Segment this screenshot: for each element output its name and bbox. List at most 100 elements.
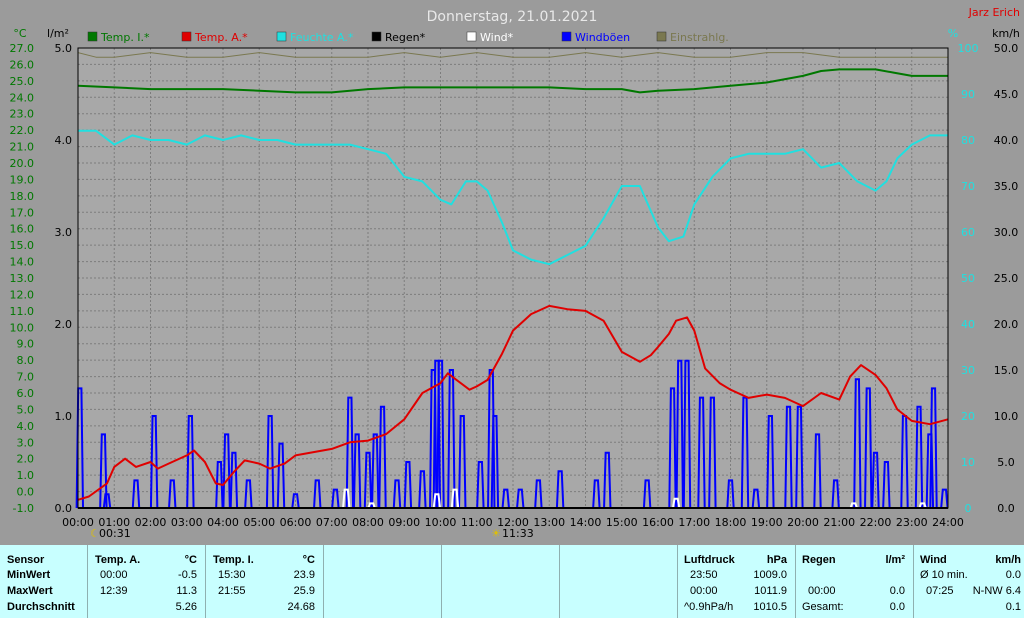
col-temp-a: Temp. A. °C 00:00 -0.5 12:39 11.3 5.26 xyxy=(88,545,206,618)
rain-max-value: 0.0 xyxy=(889,585,905,597)
header-sensor: Sensor xyxy=(7,554,45,566)
wind-max-value: N-NW 6.4 xyxy=(972,585,1021,597)
temp-tick-label: 15.0 xyxy=(10,239,35,252)
humidity-tick-label: 70 xyxy=(961,180,975,193)
legend: Temp. I.* Temp. A.* Feuchte A.* Regen* Wind*… xyxy=(87,31,729,44)
humidity-tick-label: 90 xyxy=(961,88,975,101)
temp-a-max-time: 12:39 xyxy=(100,585,128,597)
temp-a-max-value: 11.3 xyxy=(176,585,197,597)
x-tick-label: 17:00 xyxy=(678,516,710,529)
col-empty-3 xyxy=(560,545,678,618)
header-rain: Regen xyxy=(802,554,836,566)
x-tick-label: 16:00 xyxy=(642,516,674,529)
rain-tick-label: 4.0 xyxy=(55,134,73,147)
legend-label: Wind* xyxy=(480,31,514,44)
col-rain: Regen l/m² 00:00 0.0 Gesamt: 0.0 xyxy=(796,545,914,618)
temp-tick-label: 6.0 xyxy=(17,387,35,400)
wind-avg-value: 0.0 xyxy=(1005,569,1021,581)
temp-i-max-value: 25.9 xyxy=(293,585,315,597)
wind-tick-label: 25.0 xyxy=(994,272,1019,285)
rain-tick-label: 1.0 xyxy=(55,410,73,423)
temp-tick-label: 2.0 xyxy=(17,453,35,466)
temp-tick-label: 27.0 xyxy=(10,42,35,55)
col-empty-2 xyxy=(442,545,560,618)
moonset-time: 00:31 xyxy=(99,527,131,540)
temp-tick-label: 5.0 xyxy=(17,403,35,416)
header-temp-a-unit: °C xyxy=(184,554,197,566)
wind-tick-label: 50.0 xyxy=(994,42,1019,55)
legend-swatch xyxy=(656,31,667,42)
temp-tick-label: 11.0 xyxy=(10,305,35,318)
row-label-min: MinWert xyxy=(7,569,51,581)
wind-tick-label: 5.0 xyxy=(997,456,1015,469)
temp-tick-label: 4.0 xyxy=(17,420,35,433)
temp-i-min-value: 23.9 xyxy=(293,569,315,581)
rain-tick-label: 2.0 xyxy=(55,318,73,331)
x-tick-label: 08:00 xyxy=(352,516,384,529)
pressure-trend: ^0.9hPa/h xyxy=(684,601,734,613)
wind-max-time: 07:25 xyxy=(926,585,954,597)
legend-label: Regen* xyxy=(385,31,426,44)
humidity-tick-label: 30 xyxy=(961,364,975,377)
temp-tick-label: 12.0 xyxy=(10,288,35,301)
rain-total-value: 0.0 xyxy=(889,601,905,613)
temp-i-max-time: 21:55 xyxy=(218,585,246,597)
col-sensor: Sensor MinWert MaxWert Durchschnitt xyxy=(0,545,88,618)
rain-tick-label: 0.0 xyxy=(55,502,73,515)
header-temp-i: Temp. I. xyxy=(213,554,254,566)
x-tick-label: 24:00 xyxy=(932,516,964,529)
unit-celsius: °C xyxy=(13,27,27,40)
x-tick-label: 19:00 xyxy=(751,516,783,529)
pressure-avg-value: 1010.5 xyxy=(753,601,787,613)
x-tick-label: 04:00 xyxy=(207,516,239,529)
col-pressure: Luftdruck hPa 23:50 1009.0 00:00 1011.9 … xyxy=(678,545,796,618)
temp-tick-label: 18.0 xyxy=(10,190,35,203)
temp-tick-label: 9.0 xyxy=(17,338,35,351)
wind-tick-label: 40.0 xyxy=(994,134,1019,147)
pressure-min-time: 23:50 xyxy=(690,569,718,581)
temp-i-avg-value: 24.68 xyxy=(287,601,315,613)
rain-max-time: 00:00 xyxy=(808,585,836,597)
x-tick-label: 10:00 xyxy=(425,516,457,529)
x-tick-label: 11:00 xyxy=(461,516,493,529)
temp-tick-label: -1.0 xyxy=(13,502,34,515)
x-tick-label: 03:00 xyxy=(171,516,203,529)
wind-tick-label: 20.0 xyxy=(994,318,1019,331)
header-rain-unit: l/m² xyxy=(885,554,905,566)
humidity-tick-label: 80 xyxy=(961,134,975,147)
temp-tick-label: 16.0 xyxy=(10,223,35,236)
x-tick-label: 21:00 xyxy=(823,516,855,529)
pressure-min-value: 1009.0 xyxy=(753,569,787,581)
wind-avg-label: Ø 10 min. xyxy=(920,569,968,581)
x-tick-label: 23:00 xyxy=(896,516,928,529)
unit-kmh: km/h xyxy=(992,27,1020,40)
temp-tick-label: 21.0 xyxy=(10,141,35,154)
temp-tick-label: 13.0 xyxy=(10,272,35,285)
chart-title: Donnerstag, 21.01.2021 xyxy=(427,9,598,25)
legend-label: Einstrahlg. xyxy=(670,31,729,44)
x-tick-label: 15:00 xyxy=(606,516,638,529)
temp-tick-label: 8.0 xyxy=(17,354,35,367)
temp-a-min-value: -0.5 xyxy=(178,569,197,581)
legend-swatch xyxy=(87,31,98,42)
sun-marker: ☀ 11:33 xyxy=(491,527,534,540)
temp-a-avg-value: 5.26 xyxy=(175,601,197,613)
row-label-avg: Durchschnitt xyxy=(7,601,75,613)
header-wind: Wind xyxy=(920,554,947,566)
stats-table: Sensor MinWert MaxWert Durchschnitt Temp… xyxy=(0,545,1024,618)
wind-total-value: 0.1 xyxy=(1005,601,1021,613)
temp-tick-label: 10.0 xyxy=(10,321,35,334)
col-wind: Wind km/h Ø 10 min. 0.0 07:25 N-NW 6.4 0… xyxy=(914,545,1024,618)
header-temp-a: Temp. A. xyxy=(95,554,141,566)
x-tick-label: 14:00 xyxy=(570,516,602,529)
temp-tick-label: 7.0 xyxy=(17,371,35,384)
temp-i-min-time: 15:30 xyxy=(218,569,246,581)
wind-tick-label: 10.0 xyxy=(994,410,1019,423)
temp-tick-label: 14.0 xyxy=(10,256,35,269)
temp-tick-label: 24.0 xyxy=(10,91,35,104)
rain-tick-label: 5.0 xyxy=(55,42,73,55)
x-tick-label: 20:00 xyxy=(787,516,819,529)
humidity-tick-label: 40 xyxy=(961,318,975,331)
temp-tick-label: 0.0 xyxy=(17,486,35,499)
rain-tick-label: 3.0 xyxy=(55,226,73,239)
